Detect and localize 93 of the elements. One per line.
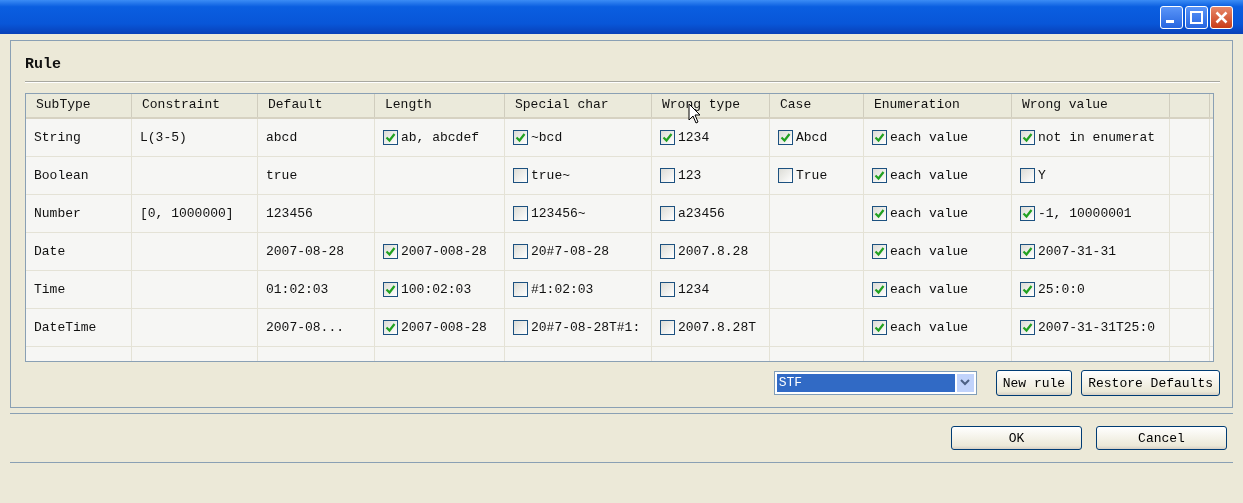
table-cell: Abcd xyxy=(796,130,828,145)
table-cell: each value xyxy=(890,282,968,297)
table-cell: 2007-08... xyxy=(266,320,344,335)
column-header[interactable]: SubType xyxy=(26,94,132,117)
close-button[interactable] xyxy=(1210,5,1233,29)
table-cell: Date xyxy=(34,244,66,259)
rule-dropdown[interactable]: STF xyxy=(773,371,977,395)
checkbox[interactable] xyxy=(660,130,675,145)
table-cell: ab, abcdef xyxy=(401,130,479,145)
checkbox[interactable] xyxy=(513,282,528,297)
table-cell: 20#7-08-28T#1: xyxy=(531,320,641,335)
checkbox[interactable] xyxy=(1020,130,1035,145)
checkbox[interactable] xyxy=(872,244,887,259)
table-cell: 123456 xyxy=(266,206,313,221)
table-cell: [0, 1000000] xyxy=(140,206,234,221)
table-cell: each value xyxy=(890,130,968,145)
checkbox[interactable] xyxy=(383,244,398,259)
table-cell: abcd xyxy=(266,130,298,145)
checkbox[interactable] xyxy=(1020,168,1035,183)
table-cell: Number xyxy=(34,206,81,221)
checkbox[interactable] xyxy=(1020,282,1035,297)
checkbox[interactable] xyxy=(660,168,675,183)
dialog-button[interactable]: OK xyxy=(951,426,1082,450)
checkbox[interactable] xyxy=(778,130,793,145)
checkbox[interactable] xyxy=(1020,206,1035,221)
checkbox[interactable] xyxy=(383,130,398,145)
toolbar-button[interactable]: New rule xyxy=(995,370,1073,396)
table-cell: String xyxy=(34,130,81,145)
checkbox[interactable] xyxy=(872,130,887,145)
table-cell: ~bcd xyxy=(531,130,563,145)
checkbox[interactable] xyxy=(660,282,675,297)
table-cell: 2007-008-28 xyxy=(401,320,487,335)
column-header[interactable]: Length xyxy=(375,94,505,117)
table-cell: each value xyxy=(890,244,968,259)
table-cell: each value xyxy=(890,168,968,183)
checkbox[interactable] xyxy=(872,168,887,183)
checkbox[interactable] xyxy=(660,320,675,335)
table-cell: 123 xyxy=(678,168,702,183)
table-cell: 2007.8.28 xyxy=(678,244,749,259)
column-header[interactable]: Constraint xyxy=(132,94,258,117)
table-cell: Boolean xyxy=(34,168,89,183)
table-cell: a23456 xyxy=(678,206,725,221)
table-cell: Y xyxy=(1038,168,1046,183)
table-cell: each value xyxy=(890,320,968,335)
checkbox[interactable] xyxy=(872,282,887,297)
table-cell: true xyxy=(266,168,298,183)
table-cell: True xyxy=(796,168,828,183)
checkbox[interactable] xyxy=(513,244,528,259)
table-cell: 2007-31-31T25:0 xyxy=(1038,320,1156,335)
table-cell: DateTime xyxy=(34,320,97,335)
table-cell: 2007-31-31 xyxy=(1038,244,1116,259)
minimize-button[interactable] xyxy=(1160,5,1183,29)
table-cell: 2007.8.28T xyxy=(678,320,756,335)
column-header[interactable]: Enumeration xyxy=(864,94,1012,117)
checkbox[interactable] xyxy=(383,282,398,297)
column-header[interactable]: Default xyxy=(258,94,375,117)
column-header[interactable]: Special char xyxy=(505,94,652,117)
table-cell: 2007-008-28 xyxy=(401,244,487,259)
table-cell: 20#7-08-28 xyxy=(531,244,609,259)
table-cell: 1234 xyxy=(678,130,710,145)
checkbox[interactable] xyxy=(513,206,528,221)
table-cell: 1234 xyxy=(678,282,710,297)
table-cell: 100:02:03 xyxy=(401,282,472,297)
checkbox[interactable] xyxy=(872,206,887,221)
checkbox[interactable] xyxy=(513,168,528,183)
table-cell: true~ xyxy=(531,168,570,183)
panel-title: Rule xyxy=(25,55,62,75)
checkbox[interactable] xyxy=(660,206,675,221)
table-cell: -1, 10000001 xyxy=(1038,206,1132,221)
checkbox[interactable] xyxy=(383,320,398,335)
dialog-button[interactable]: Cancel xyxy=(1096,426,1227,450)
checkbox[interactable] xyxy=(872,320,887,335)
table-cell: 2007-08-28 xyxy=(266,244,344,259)
table-cell: 25:0:0 xyxy=(1038,282,1085,297)
table-cell: #1:02:03 xyxy=(531,282,594,297)
checkbox[interactable] xyxy=(1020,320,1035,335)
maximize-button[interactable] xyxy=(1185,5,1208,29)
table-cell: Time xyxy=(34,282,66,297)
toolbar-button[interactable]: Restore Defaults xyxy=(1081,370,1220,396)
table-cell: 01:02:03 xyxy=(266,282,329,297)
checkbox[interactable] xyxy=(778,168,793,183)
table-cell: not in enumerat xyxy=(1038,130,1156,145)
table-cell: 123456~ xyxy=(531,206,586,221)
checkbox[interactable] xyxy=(513,320,528,335)
checkbox[interactable] xyxy=(513,130,528,145)
checkbox[interactable] xyxy=(660,244,675,259)
table-cell: each value xyxy=(890,206,968,221)
close-icon[interactable] xyxy=(1215,10,1228,24)
column-header[interactable]: Case xyxy=(770,94,864,117)
maximize-icon[interactable] xyxy=(1190,10,1203,24)
checkbox[interactable] xyxy=(1020,244,1035,259)
table-cell: L(3-5) xyxy=(140,130,187,145)
column-header[interactable]: Wrong value xyxy=(1012,94,1170,117)
